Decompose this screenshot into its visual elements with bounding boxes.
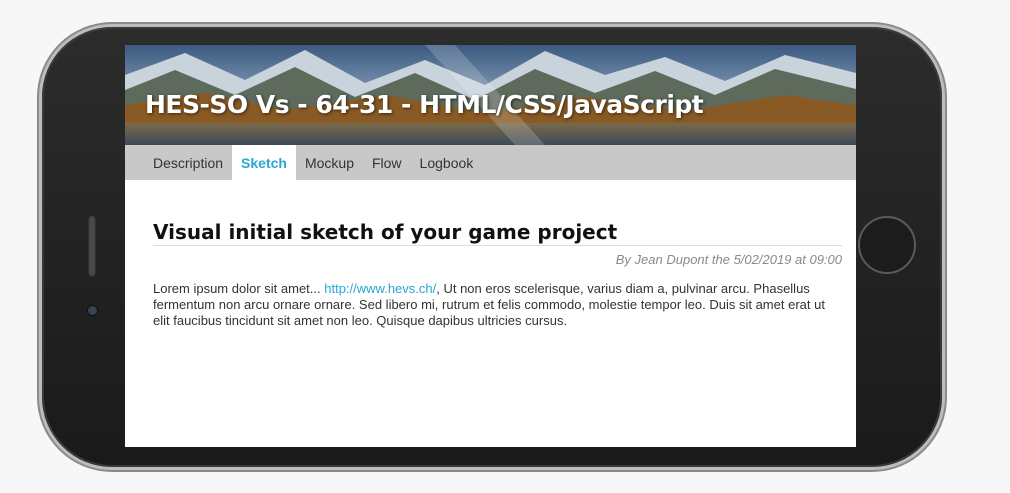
tab-logbook[interactable]: Logbook: [411, 145, 483, 180]
article-title: Visual initial sketch of your game proje…: [153, 220, 842, 246]
tab-mockup[interactable]: Mockup: [296, 145, 363, 180]
page: HES-SO Vs - 64-31 - HTML/CSS/JavaScript …: [0, 0, 1010, 493]
header-banner: HES-SO Vs - 64-31 - HTML/CSS/JavaScript: [125, 45, 856, 145]
main-nav: Description Sketch Mockup Flow Logbook: [125, 145, 856, 180]
tab-sketch[interactable]: Sketch: [232, 145, 296, 180]
article-body: Lorem ipsum dolor sit amet... http://www…: [153, 281, 842, 329]
speaker-grille: [88, 215, 96, 277]
tab-description[interactable]: Description: [145, 145, 232, 180]
hevs-link[interactable]: http://www.hevs.ch/: [324, 281, 436, 296]
tab-flow[interactable]: Flow: [363, 145, 411, 180]
home-button[interactable]: [858, 216, 916, 274]
article-byline: By Jean Dupont the 5/02/2019 at 09:00: [615, 252, 842, 267]
front-camera-icon: [88, 306, 97, 315]
article: Visual initial sketch of your game proje…: [125, 180, 856, 329]
body-text-start: Lorem ipsum dolor sit amet...: [153, 281, 325, 296]
phone-screen: HES-SO Vs - 64-31 - HTML/CSS/JavaScript …: [125, 45, 856, 447]
site-title: HES-SO Vs - 64-31 - HTML/CSS/JavaScript: [145, 90, 704, 119]
